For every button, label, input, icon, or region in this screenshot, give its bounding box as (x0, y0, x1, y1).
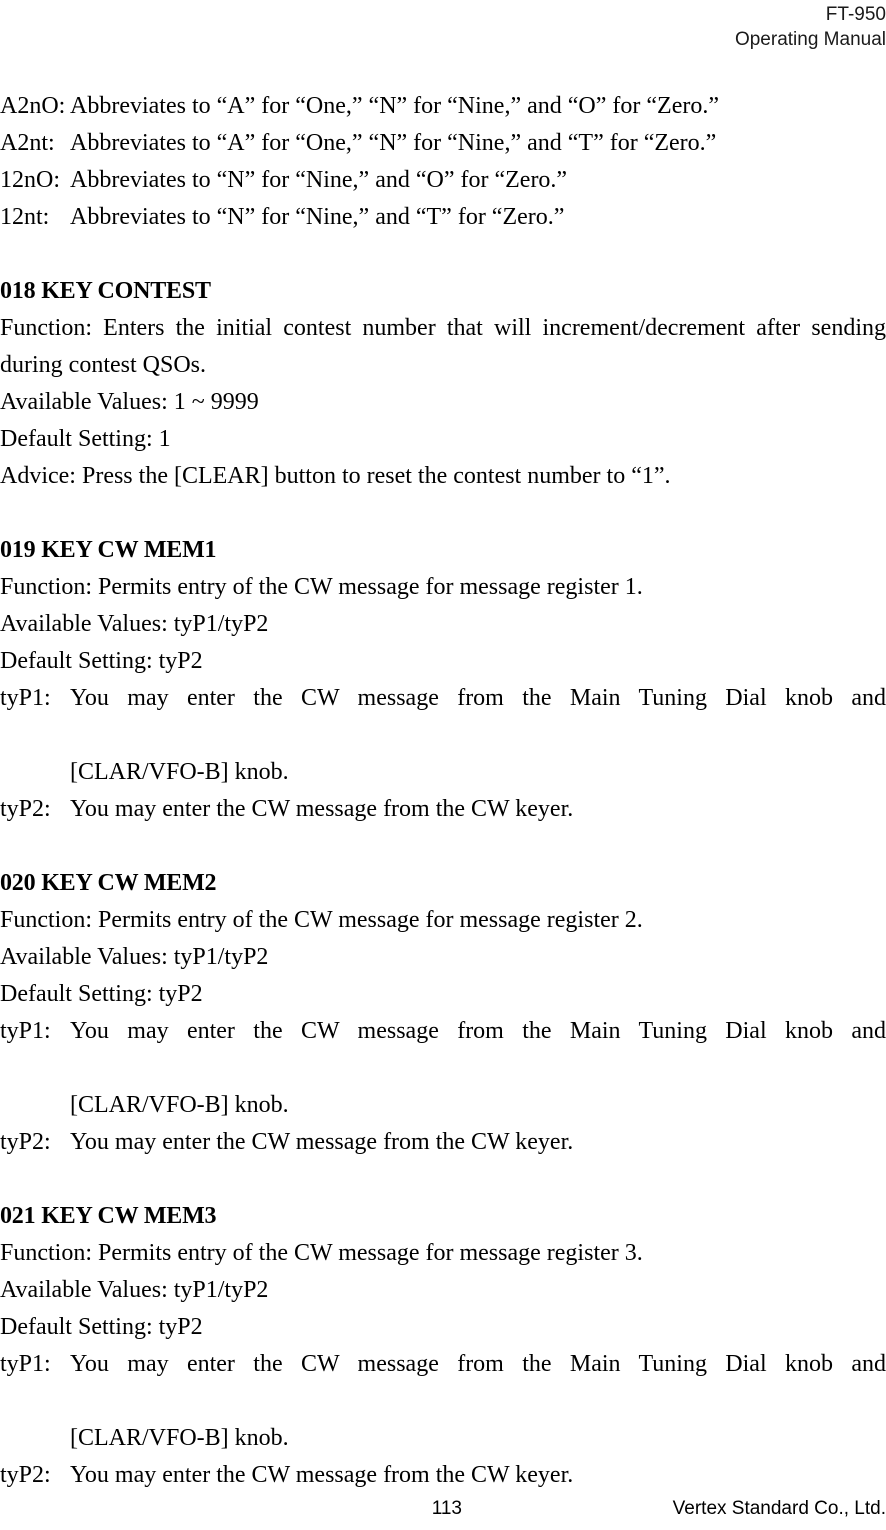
abbreviation-label: 12nO: (0, 167, 60, 193)
menu-018-function-line1: Function: Enters the initial contest num… (0, 315, 801, 341)
menu-020-function: Function: Permits entry of the CW messag… (0, 907, 643, 933)
menu-021-function: Function: Permits entry of the CW messag… (0, 1240, 643, 1266)
abbreviation-label: A2nO: (0, 93, 66, 119)
page-header: FT-950 Operating Manual (0, 0, 886, 52)
menu-018-default-setting: Default Setting: 1 (0, 426, 171, 452)
menu-019-type1-line1: You may enter the CW message from the Ma… (70, 685, 886, 711)
menu-019-type2-label: tyP2: (0, 796, 51, 822)
abbreviation-row: 12nt: Abbreviates to “N” for “Nine,” and… (0, 199, 886, 236)
header-model: FT-950 (825, 4, 886, 25)
menu-021-available-values: Available Values: tyP1/tyP2 (0, 1277, 269, 1303)
menu-020-available-values: Available Values: tyP1/tyP2 (0, 944, 269, 970)
menu-021-type2-label: tyP2: (0, 1462, 51, 1488)
menu-020-type2-row: tyP2: You may enter the CW message from … (0, 1124, 886, 1161)
page-footer: 113 Vertex Standard Co., Ltd. (0, 1494, 886, 1524)
abbreviation-text: Abbreviates to “N” for “Nine,” and “O” f… (70, 167, 568, 193)
page-body: A2nO: Abbreviates to “A” for “One,” “N” … (0, 88, 886, 1494)
menu-heading-020: 020 KEY CW MEM2 (0, 870, 217, 896)
menu-019-type2-line1: You may enter the CW message from the CW… (70, 796, 574, 822)
menu-021-type1-label: tyP1: (0, 1351, 51, 1377)
menu-021-type1-line1: You may enter the CW message from the Ma… (70, 1351, 886, 1377)
menu-heading-021: 021 KEY CW MEM3 (0, 1203, 217, 1229)
menu-019-type1-line2: [CLAR/VFO-B] knob. (70, 759, 289, 785)
menu-019-function: Function: Permits entry of the CW messag… (0, 574, 643, 600)
abbreviation-text: Abbreviates to “N” for “Nine,” and “T” f… (70, 204, 565, 230)
abbreviation-text: Abbreviates to “A” for “One,” “N” for “N… (70, 93, 719, 119)
menu-020-type1-line1: You may enter the CW message from the Ma… (70, 1018, 886, 1044)
menu-020-type1-label: tyP1: (0, 1018, 51, 1044)
menu-018-advice: Advice: Press the [CLEAR] button to rese… (0, 463, 671, 489)
page-number: 113 (431, 1498, 462, 1519)
menu-018-function: Function: Enters the initial contest num… (0, 310, 886, 384)
abbreviation-label: 12nt: (0, 204, 50, 230)
menu-heading-019: 019 KEY CW MEM1 (0, 537, 217, 563)
menu-019-type1-label: tyP1: (0, 685, 51, 711)
menu-019-available-values: Available Values: tyP1/tyP2 (0, 611, 269, 637)
menu-019-default-setting: Default Setting: tyP2 (0, 648, 203, 674)
menu-020-type1-row: tyP1: You may enter the CW message from … (0, 1013, 886, 1124)
menu-018-available-values: Available Values: 1 ~ 9999 (0, 389, 259, 415)
menu-020-type2-line1: You may enter the CW message from the CW… (70, 1129, 574, 1155)
menu-021-type2-row: tyP2: You may enter the CW message from … (0, 1457, 886, 1494)
menu-heading-018: 018 KEY CONTEST (0, 278, 211, 304)
menu-020-default-setting: Default Setting: tyP2 (0, 981, 203, 1007)
abbreviation-row: A2nt: Abbreviates to “A” for “One,” “N” … (0, 125, 886, 162)
menu-019-type1-row: tyP1: You may enter the CW message from … (0, 680, 886, 791)
abbreviation-label: A2nt: (0, 130, 55, 156)
abbreviation-text: Abbreviates to “A” for “One,” “N” for “N… (70, 130, 717, 156)
abbreviation-row: 12nO: Abbreviates to “N” for “Nine,” and… (0, 162, 886, 199)
manual-page: FT-950 Operating Manual A2nO: Abbreviate… (0, 0, 886, 1530)
footer-company: Vertex Standard Co., Ltd. (672, 1498, 886, 1519)
menu-021-type2-line1: You may enter the CW message from the CW… (70, 1462, 574, 1488)
menu-021-type1-row: tyP1: You may enter the CW message from … (0, 1346, 886, 1457)
menu-019-type2-row: tyP2: You may enter the CW message from … (0, 791, 886, 828)
menu-020-type2-label: tyP2: (0, 1129, 51, 1155)
abbreviation-row: A2nO: Abbreviates to “A” for “One,” “N” … (0, 88, 886, 125)
menu-020-type1-line2: [CLAR/VFO-B] knob. (70, 1092, 289, 1118)
menu-021-type1-line2: [CLAR/VFO-B] knob. (70, 1425, 289, 1451)
header-manual-title: Operating Manual (734, 29, 886, 50)
menu-021-default-setting: Default Setting: tyP2 (0, 1314, 203, 1340)
